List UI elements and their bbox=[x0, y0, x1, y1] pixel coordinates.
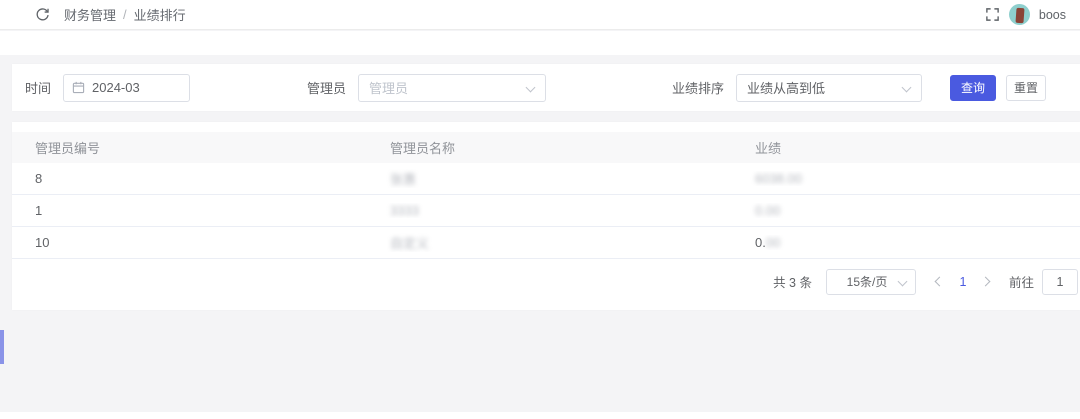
reset-button[interactable]: 重置 bbox=[1006, 75, 1046, 101]
search-button[interactable]: 查询 bbox=[950, 75, 996, 101]
cell-admin-id: 1 bbox=[12, 203, 367, 218]
table-row: 8 张惠 6038.00 bbox=[12, 163, 1080, 195]
cell-performance-masked: 00 bbox=[766, 235, 780, 250]
table-row: 1 3333 0.00 bbox=[12, 195, 1080, 227]
goto-page-label: 前往 bbox=[1009, 272, 1034, 291]
cell-admin-id: 10 bbox=[12, 235, 367, 250]
username[interactable]: boos bbox=[1039, 8, 1066, 22]
table-card: 管理员编号 管理员名称 业绩 8 张惠 6038.00 1 3333 0.00 … bbox=[12, 122, 1080, 310]
top-navbar: 财务管理 / 业绩排行 boos bbox=[0, 0, 1080, 30]
navbar-right: boos bbox=[985, 4, 1066, 25]
calendar-icon bbox=[72, 81, 85, 94]
cell-admin-id: 8 bbox=[12, 171, 367, 186]
chevron-right-icon bbox=[981, 277, 991, 287]
admin-filter-label: 管理员 bbox=[307, 78, 346, 97]
next-page-button[interactable] bbox=[975, 278, 997, 285]
pagination-total: 共 3 条 bbox=[773, 272, 812, 291]
page-size-value: 15条/页 bbox=[847, 273, 888, 290]
admin-select-placeholder: 管理员 bbox=[369, 78, 408, 97]
breadcrumb-item-ranking: 业绩排行 bbox=[134, 5, 186, 24]
cell-performance-masked: 0.00 bbox=[755, 203, 780, 218]
table-header-row: 管理员编号 管理员名称 业绩 bbox=[12, 132, 1080, 163]
time-picker-value: 2024-03 bbox=[92, 80, 140, 95]
breadcrumb-item-finance[interactable]: 财务管理 bbox=[64, 5, 116, 24]
refresh-icon[interactable] bbox=[34, 7, 50, 23]
page-size-select[interactable]: 15条/页 bbox=[826, 269, 916, 295]
chevron-down-icon bbox=[902, 82, 912, 92]
fullscreen-icon[interactable] bbox=[985, 7, 1000, 22]
prev-page-button[interactable] bbox=[929, 278, 951, 285]
cell-admin-name-masked: 张惠 bbox=[390, 172, 416, 187]
table-row: 10 自定义 0.00 bbox=[12, 227, 1080, 259]
bottom-strip bbox=[0, 412, 1080, 419]
chevron-down-icon bbox=[526, 82, 536, 92]
sort-select[interactable]: 业绩从高到低 bbox=[736, 74, 922, 102]
filter-card: 时间 2024-03 管理员 管理员 业绩排序 业绩从高到低 查询 重置 bbox=[12, 64, 1080, 111]
column-header-admin-id: 管理员编号 bbox=[12, 138, 367, 157]
tags-view-bar bbox=[0, 31, 1080, 55]
left-scroll-handle[interactable] bbox=[0, 330, 4, 364]
cell-admin-name-masked: 自定义 bbox=[390, 236, 429, 251]
chevron-left-icon bbox=[935, 277, 945, 287]
sort-select-value: 业绩从高到低 bbox=[747, 78, 825, 97]
breadcrumb-separator: / bbox=[123, 7, 127, 22]
goto-page-input[interactable] bbox=[1042, 269, 1078, 295]
breadcrumb: 财务管理 / 业绩排行 bbox=[64, 5, 186, 24]
avatar-photo bbox=[1015, 8, 1024, 24]
pagination-bar: 共 3 条 15条/页 1 前往 bbox=[12, 259, 1080, 304]
time-filter-label: 时间 bbox=[25, 78, 51, 97]
column-header-admin-name: 管理员名称 bbox=[367, 138, 732, 157]
cell-admin-name-masked: 3333 bbox=[390, 203, 419, 218]
avatar[interactable] bbox=[1009, 4, 1030, 25]
column-header-performance: 业绩 bbox=[732, 138, 1080, 157]
page-number-current[interactable]: 1 bbox=[951, 275, 975, 289]
cell-performance-masked: 6038.00 bbox=[755, 171, 802, 186]
chevron-down-icon bbox=[898, 276, 908, 286]
cell-performance-visible: 0. bbox=[755, 235, 766, 250]
admin-select[interactable]: 管理员 bbox=[358, 74, 546, 102]
sort-filter-label: 业绩排序 bbox=[672, 78, 724, 97]
time-picker-input[interactable]: 2024-03 bbox=[63, 74, 190, 102]
